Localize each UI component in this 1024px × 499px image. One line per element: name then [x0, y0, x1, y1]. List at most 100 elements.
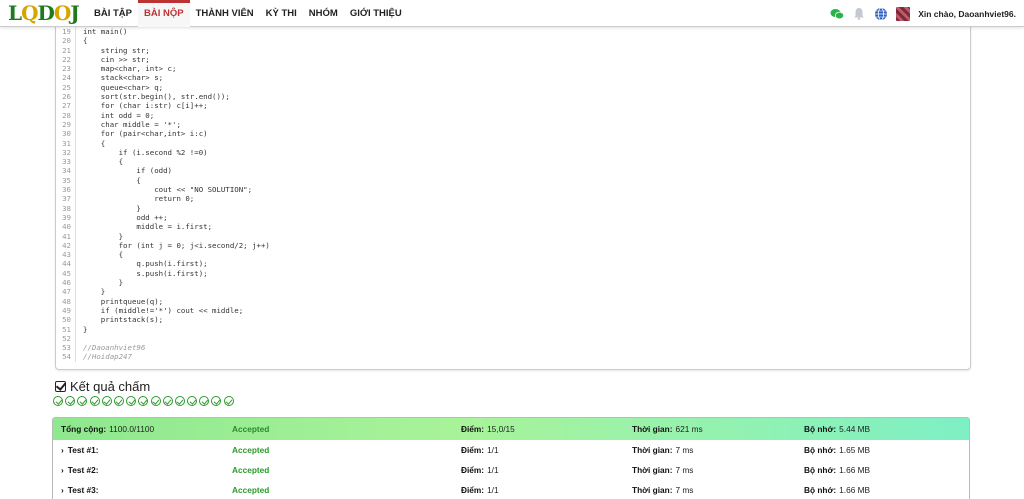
test-passed-icon[interactable] — [174, 396, 185, 406]
code-line: 45 s.push(i.first); — [56, 268, 970, 279]
bell-icon[interactable] — [852, 7, 866, 21]
total-time: 621 ms — [675, 424, 703, 434]
test-passed-icon[interactable] — [53, 396, 63, 406]
line-number: 31 — [56, 138, 76, 148]
test-passed-icon[interactable] — [89, 396, 100, 406]
memory-label: Bộ nhớ: — [804, 465, 837, 475]
user-avatar[interactable] — [896, 6, 911, 21]
code-text: //Hoidap247 — [83, 352, 132, 362]
test-passed-icon[interactable] — [223, 396, 234, 406]
line-number: 26 — [56, 92, 76, 102]
test-passed-icon[interactable] — [162, 396, 173, 406]
results-total-row: Tổng cộng: 1100.0/1100 Accepted Điểm: 15,0… — [53, 418, 969, 440]
code-text: return 0; — [83, 194, 195, 204]
test-row-2[interactable]: › Test #2: Accepted Điểm: 1/1 Thời gian: 7 … — [53, 460, 969, 480]
test-passed-icon[interactable] — [199, 396, 210, 406]
line-number: 43 — [56, 250, 76, 260]
code-text: { — [83, 157, 124, 167]
chevron-right-icon: › — [61, 445, 64, 455]
code-text: for (char i:str) c[i]++; — [83, 101, 208, 111]
logo-letter-d: D — [37, 1, 54, 25]
nav-item-problems[interactable]: BÀI TẬP — [88, 0, 138, 27]
logo-letter-j: J — [70, 1, 80, 25]
nav-item-users[interactable]: THÀNH VIÊN — [190, 0, 260, 27]
code-text: } — [83, 203, 141, 213]
code-text: if (middle!='*') cout << middle; — [83, 305, 244, 315]
code-text: s.push(i.first); — [83, 268, 208, 278]
chat-icon[interactable] — [830, 7, 845, 21]
line-number: 20 — [56, 36, 76, 46]
nav-item-about[interactable]: GIỚI THIỆU — [344, 0, 408, 27]
nav-item-contests[interactable]: KỲ THI — [260, 0, 303, 27]
nav-item-groups[interactable]: NHÓM — [303, 0, 344, 27]
line-number: 28 — [56, 110, 76, 120]
checkbox-icon — [55, 380, 66, 392]
line-number: 38 — [56, 203, 76, 213]
test-passed-icon[interactable] — [187, 396, 198, 406]
code-text: int main() — [83, 27, 128, 36]
test-passed-icon[interactable] — [113, 396, 124, 406]
site-logo[interactable]: L Q D O J — [8, 1, 80, 25]
code-text: odd ++; — [83, 212, 168, 222]
total-points: 1100.0/1100 — [109, 424, 155, 434]
logo-letter-q: Q — [21, 1, 38, 25]
language-globe-icon[interactable] — [874, 7, 888, 21]
code-line: 35 { — [56, 175, 970, 186]
test-passed-icon[interactable] — [150, 396, 161, 406]
results-title-text: Kết quả chấm — [70, 378, 151, 394]
code-line: 39 odd ++; — [56, 212, 970, 223]
test-label: Test #1: — [67, 445, 99, 455]
user-greeting[interactable]: Xin chào, Daoanhviet96. — [918, 9, 1016, 19]
test-passed-icon[interactable] — [138, 396, 149, 406]
test-row-3[interactable]: › Test #3: Accepted Điểm: 1/1 Thời gian: 7 … — [53, 480, 969, 499]
test-passed-icon[interactable] — [126, 396, 137, 406]
results-heading: Kết quả chấm — [55, 378, 150, 394]
line-number: 23 — [56, 64, 76, 74]
code-text: if (i.second %2 !=0) — [83, 147, 208, 157]
test-passed-icon[interactable] — [65, 396, 76, 406]
code-text: stack<char> s; — [83, 73, 164, 83]
total-memory: 5.44 MB — [839, 424, 871, 434]
test-passed-icon[interactable] — [101, 396, 112, 406]
code-line: 53 //Daoanhviet96 — [56, 343, 970, 353]
code-text: q.push(i.first); — [83, 259, 208, 269]
time-label: Thời gian: — [632, 445, 673, 455]
code-line: 51} — [56, 324, 970, 334]
logo-letter-o: O — [53, 1, 71, 25]
code-line: 29 char middle = '*'; — [56, 119, 970, 130]
code-line: 47 } — [56, 287, 970, 297]
code-line: 41 } — [56, 231, 970, 241]
code-text: string str; — [83, 45, 150, 55]
line-number: 35 — [56, 175, 76, 186]
code-text: } — [83, 324, 88, 334]
code-text: printqueue(q); — [83, 296, 164, 306]
code-text: sort(str.begin(), str.end()); — [83, 92, 230, 102]
line-number: 39 — [56, 212, 76, 223]
line-number: 47 — [56, 287, 76, 297]
total-score: 15,0/15 — [487, 424, 515, 434]
code-text: } — [83, 278, 124, 288]
line-number: 29 — [56, 119, 76, 130]
line-number: 50 — [56, 315, 76, 325]
test-label: Test #2: — [67, 465, 99, 475]
test-passed-icon[interactable] — [211, 396, 222, 406]
code-text: queue<char> q; — [83, 82, 164, 92]
test-row-1[interactable]: › Test #1: Accepted Điểm: 1/1 Thời gian: 7 … — [53, 440, 969, 460]
code-text: { — [83, 138, 106, 148]
code-line: 46 } — [56, 278, 970, 288]
main-menu: BÀI TẬP BÀI NỘP THÀNH VIÊN KỲ THI NHÓM G… — [88, 0, 408, 27]
test-score: 1/1 — [487, 485, 499, 495]
code-text: if (odd) — [83, 166, 172, 176]
line-number: 33 — [56, 157, 76, 167]
nav-item-submissions[interactable]: BÀI NỘP — [138, 0, 190, 27]
total-label: Tổng cộng: — [61, 424, 107, 434]
code-text: middle = i.first; — [83, 222, 213, 232]
code-line: 54 //Hoidap247 — [56, 352, 970, 362]
test-time: 7 ms — [675, 445, 694, 455]
code-text: cout << "NO SOLUTION"; — [83, 185, 253, 195]
code-text: { — [83, 175, 141, 185]
test-passed-icon[interactable] — [77, 396, 88, 406]
code-line: 21 string str; — [56, 45, 970, 55]
code-text: cin >> str; — [83, 54, 150, 64]
code-text: //Daoanhviet96 — [83, 343, 146, 353]
